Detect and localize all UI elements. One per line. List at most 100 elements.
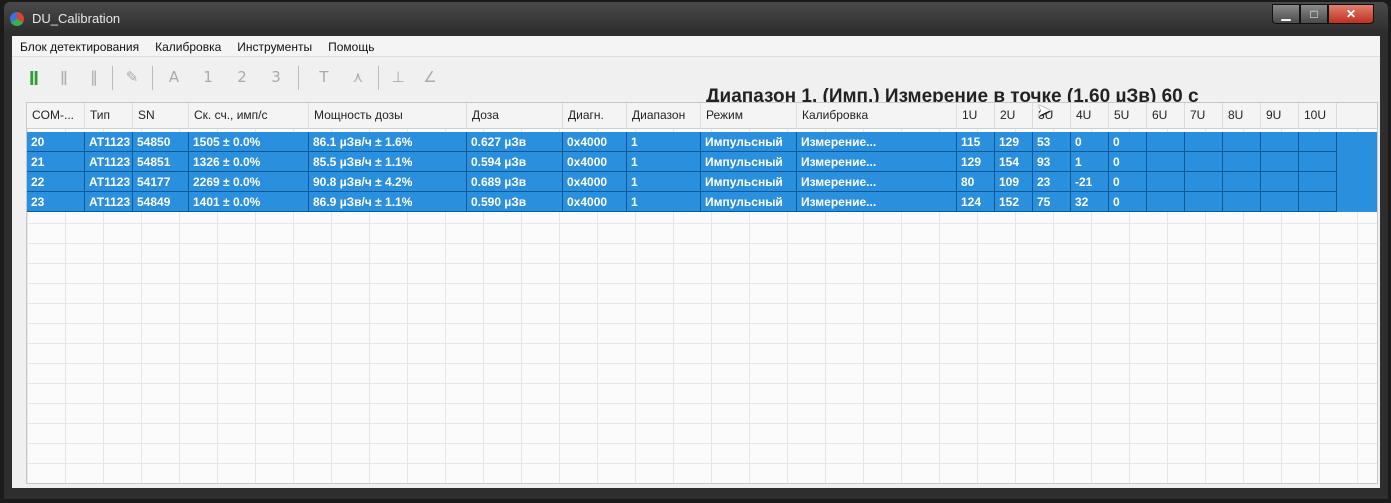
table-row[interactable]: 20 AT1123 54850 1505 ± 0.0% 86.1 µЗв/ч ± 1.6… (27, 132, 1377, 152)
cell-calibration: Измерение... (797, 132, 957, 152)
cell-type: AT1123 (85, 152, 133, 172)
app-icon (10, 12, 24, 26)
column-header-calibration[interactable]: Калибровка (797, 103, 957, 128)
cell-6u (1147, 152, 1185, 172)
cell-8u (1223, 192, 1261, 212)
cell-2u: 152 (995, 192, 1033, 212)
cell-7u (1185, 192, 1223, 212)
menu-bar: Блок детектирования Калибровка Инструмен… (12, 36, 1380, 57)
cell-1u: 115 (957, 132, 995, 152)
column-header-8u[interactable]: 8U (1223, 103, 1261, 128)
minimize-button[interactable]: ▁ (1272, 4, 1300, 24)
toolbar: ǁ ǁ ‖ ✎ A 1 2 3 T ⋏ ⊥ ∠ Диапазон 1. (Имп… (12, 58, 1380, 107)
cell-mode: Импульсный (701, 152, 797, 172)
cell-5u: 0 (1109, 152, 1147, 172)
cell-com: 23 (27, 192, 85, 212)
cell-6u (1147, 192, 1185, 212)
cell-2u: 129 (995, 132, 1033, 152)
column-header-dose[interactable]: Доза (467, 103, 563, 128)
column-header-type[interactable]: Тип (85, 103, 133, 128)
column-header-dose-rate[interactable]: Мощность дозы (309, 103, 467, 128)
range-3-icon[interactable]: 3 (264, 64, 288, 90)
cell-diag: 0x4000 (563, 152, 627, 172)
cell-com: 22 (27, 172, 85, 192)
column-header-2u[interactable]: 2U (995, 103, 1033, 128)
cell-3u: 93 (1033, 152, 1071, 172)
column-header-com[interactable]: COM-... (27, 103, 85, 128)
cell-1u: 80 (957, 172, 995, 192)
cell-7u (1185, 172, 1223, 192)
table-row[interactable]: 22 AT1123 54177 2269 ± 0.0% 90.8 µЗв/ч ± 4.2… (27, 172, 1377, 192)
cell-7u (1185, 132, 1223, 152)
toolbar-separator (298, 66, 299, 90)
cell-3u: 23 (1033, 172, 1071, 192)
cell-type: AT1123 (85, 132, 133, 152)
column-header-sn[interactable]: SN (133, 103, 189, 128)
detectors-disconnect-icon[interactable]: ǁ (52, 64, 76, 90)
menu-help[interactable]: Помощь (320, 36, 382, 56)
menu-detector-unit[interactable]: Блок детектирования (12, 36, 147, 56)
cell-mode: Импульсный (701, 172, 797, 192)
range-1-icon[interactable]: 1 (196, 64, 220, 90)
cell-diag: 0x4000 (563, 132, 627, 152)
cell-type: AT1123 (85, 192, 133, 212)
column-header-mode[interactable]: Режим (701, 103, 797, 128)
cell-9u (1261, 152, 1299, 172)
cell-9u (1261, 192, 1299, 212)
cell-9u (1261, 172, 1299, 192)
cell-range: 1 (627, 152, 701, 172)
toolbar-separator (378, 66, 379, 90)
cell-4u: -21 (1071, 172, 1109, 192)
cell-3u: 75 (1033, 192, 1071, 212)
range-a-icon[interactable]: A (162, 64, 186, 90)
column-header-7u[interactable]: 7U (1185, 103, 1223, 128)
cell-8u (1223, 152, 1261, 172)
range-2-icon[interactable]: 2 (230, 64, 254, 90)
table-row[interactable]: 21 AT1123 54851 1326 ± 0.0% 85.5 µЗв/ч ± 1.1… (27, 152, 1377, 172)
detectors-table[interactable]: COM-... Тип SN Ск. сч., имп/с Мощность дозы Д… (26, 102, 1378, 484)
cell-10u (1299, 132, 1337, 152)
column-header-count-rate[interactable]: Ск. сч., имп/с (189, 103, 309, 128)
column-header-range[interactable]: Диапазон (627, 103, 701, 128)
close-button[interactable]: ✕ (1328, 4, 1374, 24)
cell-type: AT1123 (85, 172, 133, 192)
cell-10u (1299, 172, 1337, 192)
cell-1u: 124 (957, 192, 995, 212)
measure-icon[interactable]: ⊥ (386, 64, 410, 90)
title-bar[interactable]: DU_Calibration ▁ □ ✕ (4, 2, 1388, 34)
client-area: Блок детектирования Калибровка Инструмен… (12, 36, 1380, 488)
window-title: DU_Calibration (32, 11, 121, 26)
cell-5u: 0 (1109, 132, 1147, 152)
menu-calibration[interactable]: Калибровка (147, 36, 229, 56)
column-header-1u[interactable]: 1U (957, 103, 995, 128)
column-header-6u[interactable]: 6U (1147, 103, 1185, 128)
cell-dose: 0.627 µЗв (467, 132, 563, 152)
temperature-icon[interactable]: T (312, 64, 336, 90)
angle-icon[interactable]: ∠ (418, 64, 442, 90)
column-header-diag[interactable]: Диагн. (563, 103, 627, 128)
cell-diag: 0x4000 (563, 172, 627, 192)
column-header-10u[interactable]: 10U (1299, 103, 1337, 128)
cell-9u (1261, 132, 1299, 152)
edit-graph-icon[interactable]: ✎ (120, 64, 144, 90)
detectors-connect-icon[interactable]: ǁ (22, 64, 46, 90)
cell-range: 1 (627, 172, 701, 192)
cell-1u: 129 (957, 152, 995, 172)
cell-calibration: Измерение... (797, 172, 957, 192)
maximize-button[interactable]: □ (1300, 4, 1328, 24)
cell-8u (1223, 172, 1261, 192)
pulse-icon[interactable]: ⋏ (346, 64, 370, 90)
cell-dose: 0.689 µЗв (467, 172, 563, 192)
mouse-cursor-icon: ➤ (1036, 100, 1052, 121)
table-row[interactable]: 23 AT1123 54849 1401 ± 0.0% 86.9 µЗв/ч ± 1.1… (27, 192, 1377, 212)
cell-dose: 0.594 µЗв (467, 152, 563, 172)
window-controls: ▁ □ ✕ (1272, 4, 1374, 24)
detector-info-icon[interactable]: ‖ (82, 64, 106, 90)
menu-tools[interactable]: Инструменты (229, 36, 320, 56)
cell-count-rate: 2269 ± 0.0% (189, 172, 309, 192)
cell-5u: 0 (1109, 172, 1147, 192)
column-header-5u[interactable]: 5U (1109, 103, 1147, 128)
column-header-9u[interactable]: 9U (1261, 103, 1299, 128)
cell-2u: 109 (995, 172, 1033, 192)
column-header-4u[interactable]: 4U (1071, 103, 1109, 128)
